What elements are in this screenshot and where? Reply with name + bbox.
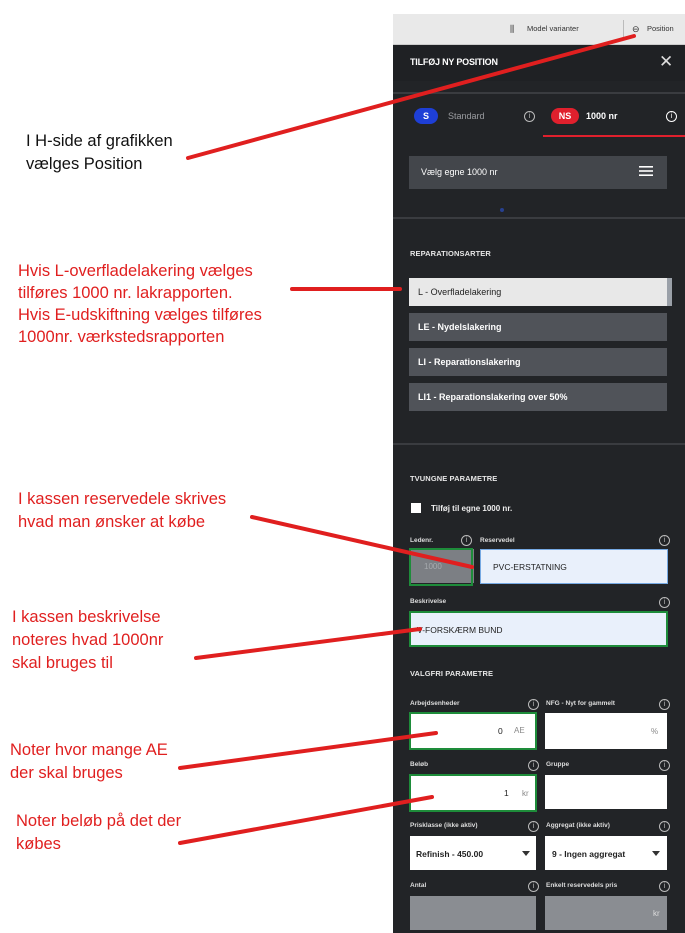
nfg-info-icon[interactable]: i bbox=[659, 699, 670, 710]
annotation-reservedele: I kassen reservedele skrives hvad man øn… bbox=[18, 490, 227, 531]
prisklasse-label: Prisklasse (ikke aktiv) bbox=[410, 822, 478, 829]
belob-label: Beløb bbox=[410, 761, 429, 768]
aggregat-label: Aggregat (ikke aktiv) bbox=[546, 822, 610, 829]
aggregat-select[interactable]: 9 - Ingen aggregat bbox=[545, 836, 667, 870]
arrow-beskrivelse bbox=[194, 627, 422, 660]
model-varianter-button[interactable]: Model varianter bbox=[527, 14, 579, 44]
section-divider-1 bbox=[393, 217, 685, 219]
enkelt-unit: kr bbox=[653, 909, 660, 918]
ledenr-label: Ledenr. bbox=[410, 537, 434, 544]
select-own-1000nr[interactable]: Vælg egne 1000 nr bbox=[409, 156, 667, 189]
antal-field bbox=[410, 896, 536, 930]
belob-highlight bbox=[409, 774, 537, 812]
chevron-down-icon bbox=[522, 851, 530, 856]
nfg-input[interactable]: % bbox=[545, 713, 667, 749]
reparation-item-label: LI1 - Reparationslakering over 50% bbox=[418, 392, 568, 402]
close-icon[interactable]: ✕ bbox=[659, 52, 673, 72]
position-button[interactable]: Position bbox=[647, 14, 674, 44]
tab-standard-badge[interactable]: S bbox=[414, 108, 438, 124]
aggregat-info-icon[interactable]: i bbox=[659, 821, 670, 832]
header-divider bbox=[393, 92, 685, 94]
panel-header: TILFØJ NY POSITION ✕ bbox=[393, 45, 685, 81]
tab-1000nr-label[interactable]: 1000 nr bbox=[586, 111, 618, 121]
enkelt-label: Enkelt reservedels pris bbox=[546, 882, 618, 889]
annotation-reparationsarter: Hvis L-overfladelakering vælges tilføres… bbox=[18, 262, 262, 346]
arbejdsenheder-highlight bbox=[409, 712, 537, 750]
reparation-heading: REPARATIONSARTER bbox=[410, 249, 491, 258]
gruppe-info-icon[interactable]: i bbox=[659, 760, 670, 771]
hamburger-menu-icon bbox=[639, 166, 653, 176]
tab-1000nr-underline bbox=[543, 135, 685, 137]
tab-standard-label[interactable]: Standard bbox=[448, 111, 485, 121]
annotation-beskrivelse: I kassen beskrivelse noteres hvad 1000nr… bbox=[12, 608, 164, 672]
prisklasse-value: Refinish - 450.00 bbox=[416, 849, 484, 859]
beskrivelse-label: Beskrivelse bbox=[410, 598, 447, 605]
chevron-down-icon bbox=[652, 851, 660, 856]
annotation-arbejdsenheder: Noter hvor mange AE der skal bruges bbox=[10, 741, 168, 782]
model-varianter-icon[interactable]: ⫼ bbox=[510, 14, 514, 44]
tab-1000nr-badge[interactable]: NS bbox=[551, 108, 579, 124]
add-position-panel: ⫼ Model varianter ⊖ Position TILFØJ NY P… bbox=[393, 0, 685, 933]
gruppe-input[interactable] bbox=[545, 775, 667, 809]
annotation-belob: Noter beløb på det der købes bbox=[16, 812, 182, 853]
belob-info-icon[interactable]: i bbox=[528, 760, 539, 771]
beskrivelse-highlight bbox=[409, 611, 668, 647]
prisklasse-info-icon[interactable]: i bbox=[528, 821, 539, 832]
antal-label: Antal bbox=[410, 882, 427, 889]
reservedel-label: Reservedel bbox=[480, 537, 515, 544]
reservedel-info-icon[interactable]: i bbox=[659, 535, 670, 546]
toolbar-separator bbox=[623, 20, 624, 38]
add-own-1000nr-label: Tilføj til egne 1000 nr. bbox=[431, 504, 513, 513]
loading-dot bbox=[500, 208, 504, 212]
reparation-item-label: LE - Nydelslakering bbox=[418, 322, 502, 332]
reservedel-value: PVC-ERSTATNING bbox=[493, 562, 567, 572]
section-divider-2 bbox=[393, 443, 685, 445]
nfg-label: NFG - Nyt for gammelt bbox=[546, 700, 615, 707]
tab-standard-info-icon[interactable]: i bbox=[524, 111, 535, 122]
reparation-item-li1[interactable]: LI1 - Reparationslakering over 50% bbox=[409, 383, 667, 411]
tab-1000nr-info-icon[interactable]: i bbox=[666, 111, 677, 122]
position-icon[interactable]: ⊖ bbox=[632, 14, 640, 44]
reparation-item-le[interactable]: LE - Nydelslakering bbox=[409, 313, 667, 341]
reparation-item-l[interactable]: L - Overfladelakering bbox=[409, 278, 667, 306]
gruppe-label: Gruppe bbox=[546, 761, 570, 768]
ledenr-info-icon[interactable]: i bbox=[461, 535, 472, 546]
antal-info-icon[interactable]: i bbox=[528, 881, 539, 892]
nfg-unit: % bbox=[651, 727, 659, 736]
list-scrollbar[interactable] bbox=[667, 278, 672, 306]
beskrivelse-info-icon[interactable]: i bbox=[659, 597, 670, 608]
annotation-position: I H-side af grafikken vælges Position bbox=[26, 132, 173, 173]
ledenr-reservedel-highlight bbox=[409, 548, 473, 586]
enkelt-info-icon[interactable]: i bbox=[659, 881, 670, 892]
toolbar: ⫼ Model varianter ⊖ Position bbox=[393, 14, 685, 45]
top-strip bbox=[393, 0, 685, 14]
reparation-item-li[interactable]: LI - Reparationslakering bbox=[409, 348, 667, 376]
aggregat-value: 9 - Ingen aggregat bbox=[552, 849, 626, 859]
reservedel-input[interactable]: PVC-ERSTATNING bbox=[480, 549, 668, 584]
reparation-item-label: LI - Reparationslakering bbox=[418, 357, 521, 367]
prisklasse-select[interactable]: Refinish - 450.00 bbox=[410, 836, 536, 870]
valgfri-heading: VALGFRI PARAMETRE bbox=[410, 669, 494, 678]
add-own-1000nr-checkbox[interactable] bbox=[411, 503, 421, 513]
tvungne-heading: TVUNGNE PARAMETRE bbox=[410, 474, 498, 483]
select-own-1000nr-label: Vælg egne 1000 nr bbox=[421, 167, 498, 177]
enkelt-field: kr bbox=[545, 896, 667, 930]
panel-title: TILFØJ NY POSITION bbox=[410, 57, 498, 67]
reparation-item-label: L - Overfladelakering bbox=[418, 287, 502, 297]
arbejdsenheder-info-icon[interactable]: i bbox=[528, 699, 539, 710]
arbejdsenheder-label: Arbejdsenheder bbox=[410, 700, 460, 707]
